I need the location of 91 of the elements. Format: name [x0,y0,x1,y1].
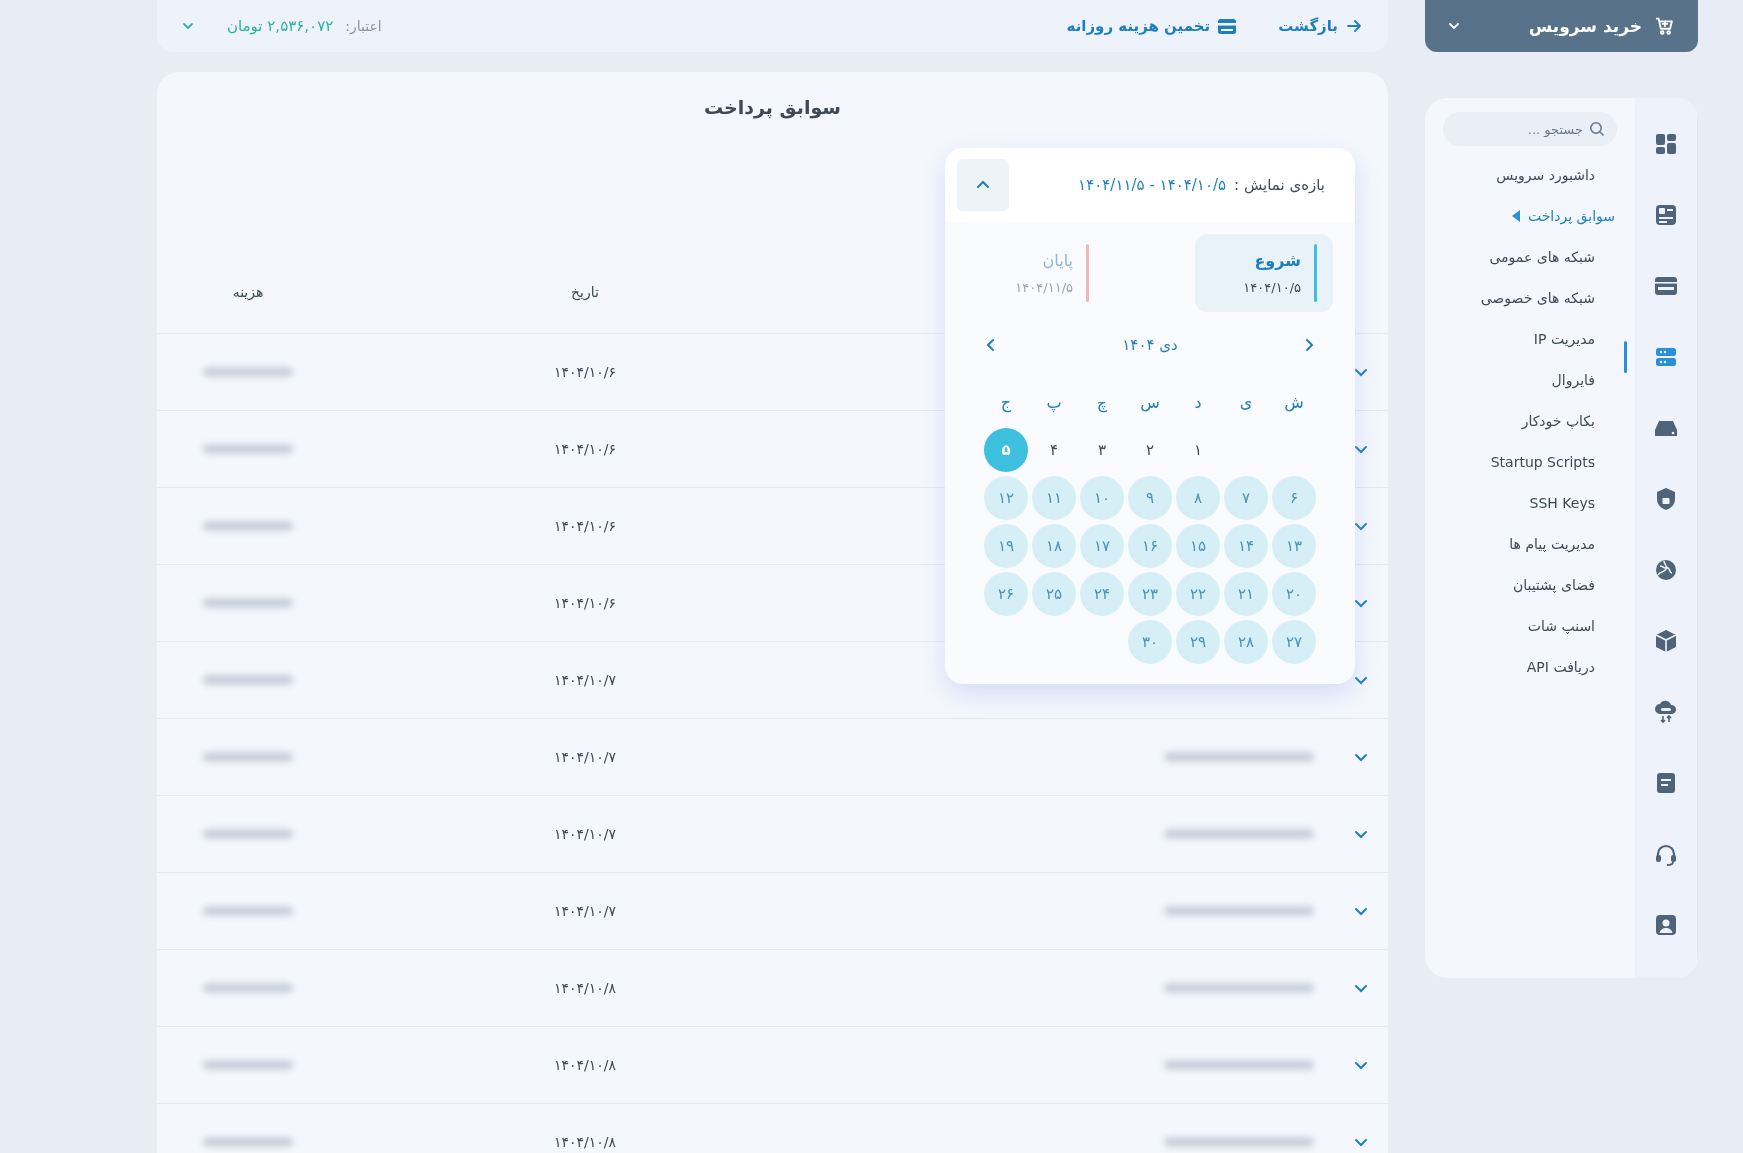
cube-icon [1654,629,1678,653]
calendar-day[interactable]: ۸ [1176,476,1220,520]
weekday-label: پ [1045,391,1063,415]
weekday-label: د [1193,391,1203,414]
sidebar-item[interactable]: اسنپ شات [1443,605,1617,646]
calendar-day[interactable]: ۱۰ [1080,476,1124,520]
range-value: ۱۴۰۴/۱۰/۵ - ۱۴۰۴/۱۱/۵ [1078,176,1227,194]
calendar-day[interactable]: ۲۶ [984,572,1028,616]
calendar-day[interactable]: ۳۰ [1128,620,1172,664]
calendar-day[interactable]: ۴ [1032,428,1076,472]
globe-icon [1654,558,1678,582]
cart-icon [1654,15,1676,37]
sidebar-item[interactable]: فضای پشتیبان [1443,564,1617,605]
calendar-day[interactable]: ۱۴ [1224,524,1268,568]
credit-value: ۲,۵۳۶,۰۷۲ تومان [227,17,334,35]
calendar-day[interactable]: ۳ [1080,428,1124,472]
pointer-icon [1511,209,1520,222]
column-header: هزینه [232,284,264,300]
shield-icon [1654,487,1678,511]
calendar-day[interactable]: ۲۹ [1176,620,1220,664]
table-cell: ۱۴۰۴/۱۰/۷ [553,672,617,688]
sidebar-item[interactable]: Startup Scripts [1443,441,1617,482]
calendar-day[interactable]: ۶ [1272,476,1316,520]
range-label: بازه‌ی نمایش : [1234,176,1325,194]
calendar-day[interactable]: ۲۱ [1224,572,1268,616]
sidebar-item[interactable]: SSH Keys [1443,482,1617,523]
card-icon [1218,18,1237,34]
weekday-label: ی [1238,391,1254,414]
calendar-day[interactable]: ۲۴ [1080,572,1124,616]
calendar-day[interactable]: ۲۰ [1272,572,1316,616]
buy-service-button[interactable]: خرید سرویس [1425,0,1698,52]
calendar-day[interactable]: ۱۵ [1176,524,1220,568]
headset-icon [1654,842,1678,866]
calendar-day[interactable]: ۹ [1128,476,1172,520]
sidebar-item[interactable]: فایروال [1443,359,1617,400]
weekday-label: ش [1283,391,1305,414]
calendar-day[interactable]: ۱۱ [1032,476,1076,520]
calendar-day[interactable]: ۱۹ [984,524,1028,568]
calendar-day[interactable]: ۲۸ [1224,620,1268,664]
sidebar-item[interactable]: مدیریت پیام ها [1443,523,1617,564]
sidebar-item[interactable]: دریافت API [1443,646,1617,687]
sidebar-item[interactable]: شبکه های عمومی [1443,236,1617,277]
page-title: سوابق پرداخت [703,96,842,118]
arrow-right-icon [1346,18,1362,34]
credit-label: اعتبار: [345,18,382,34]
calendar-day[interactable]: ۲۷ [1272,620,1316,664]
table-cell: ۱۴۰۴/۱۰/۸ [553,1134,617,1150]
calendar-day[interactable]: ۵ [984,428,1028,472]
calendar-day[interactable]: ۱۶ [1128,524,1172,568]
weekday-label: چ [1095,391,1109,415]
table-cell: ۱۴۰۴/۱۰/۷ [553,826,617,842]
table-cell: ۱۴۰۴/۱۰/۷ [553,903,617,919]
search-icon [1589,121,1605,137]
sidebar-item[interactable]: بکاپ خودکار [1443,400,1617,441]
calendar-day[interactable]: ۱۸ [1032,524,1076,568]
table-cell: ۱۴۰۴/۱۰/۷ [553,749,617,765]
dashboard-icon [1654,203,1678,227]
daily-cost-estimate-link[interactable]: تخمین هزینه روزانه [1066,17,1237,35]
end-date-tab[interactable]: پایان ۱۴۰۴/۱۱/۵ [967,234,1105,312]
calendar-day[interactable]: ۲ [1128,428,1172,472]
calendar-day[interactable]: ۱ [1176,428,1220,472]
grid-icon [1654,132,1678,156]
column-header: تاریخ [571,284,599,300]
weekday-label: س [1139,391,1161,414]
user-icon [1654,913,1678,937]
server-icon [1654,345,1678,369]
month-label: دی ۱۴۰۴ [1122,336,1178,354]
calendar-day[interactable]: ۲۲ [1176,572,1220,616]
calendar-day[interactable]: ۲۵ [1032,572,1076,616]
document-icon [1654,771,1678,795]
calendar-day[interactable]: ۱۲ [984,476,1028,520]
start-date-tab[interactable]: شروع ۱۴۰۴/۱۰/۵ [1195,234,1333,312]
table-cell: ۱۴۰۴/۱۰/۸ [553,1057,617,1073]
sidebar-item[interactable]: داشبورد سرویس [1443,154,1617,195]
web-icon [1654,274,1678,298]
table-cell: ۱۴۰۴/۱۰/۶ [553,595,617,611]
sidebar-item[interactable]: شبکه های خصوصی [1443,277,1617,318]
table-cell: ۱۴۰۴/۱۰/۶ [553,518,617,534]
search-field[interactable]: جستجو ... [1443,112,1617,146]
calendar-day[interactable]: ۲۳ [1128,572,1172,616]
sidebar-item[interactable]: سوابق پرداخت [1443,195,1617,236]
cloud-icon [1654,700,1678,724]
sidebar-item[interactable]: مدیریت IP [1443,318,1617,359]
table-cell: ۱۴۰۴/۱۰/۸ [553,980,617,996]
calendar-day[interactable]: ۷ [1224,476,1268,520]
table-cell: ۱۴۰۴/۱۰/۶ [553,441,617,457]
calendar-day[interactable]: ۱۳ [1272,524,1316,568]
weekday-label: ج [999,391,1013,415]
back-link[interactable]: بازگشت [1278,17,1362,35]
table-cell: ۱۴۰۴/۱۰/۶ [553,364,617,380]
calendar-day[interactable]: ۱۷ [1080,524,1124,568]
